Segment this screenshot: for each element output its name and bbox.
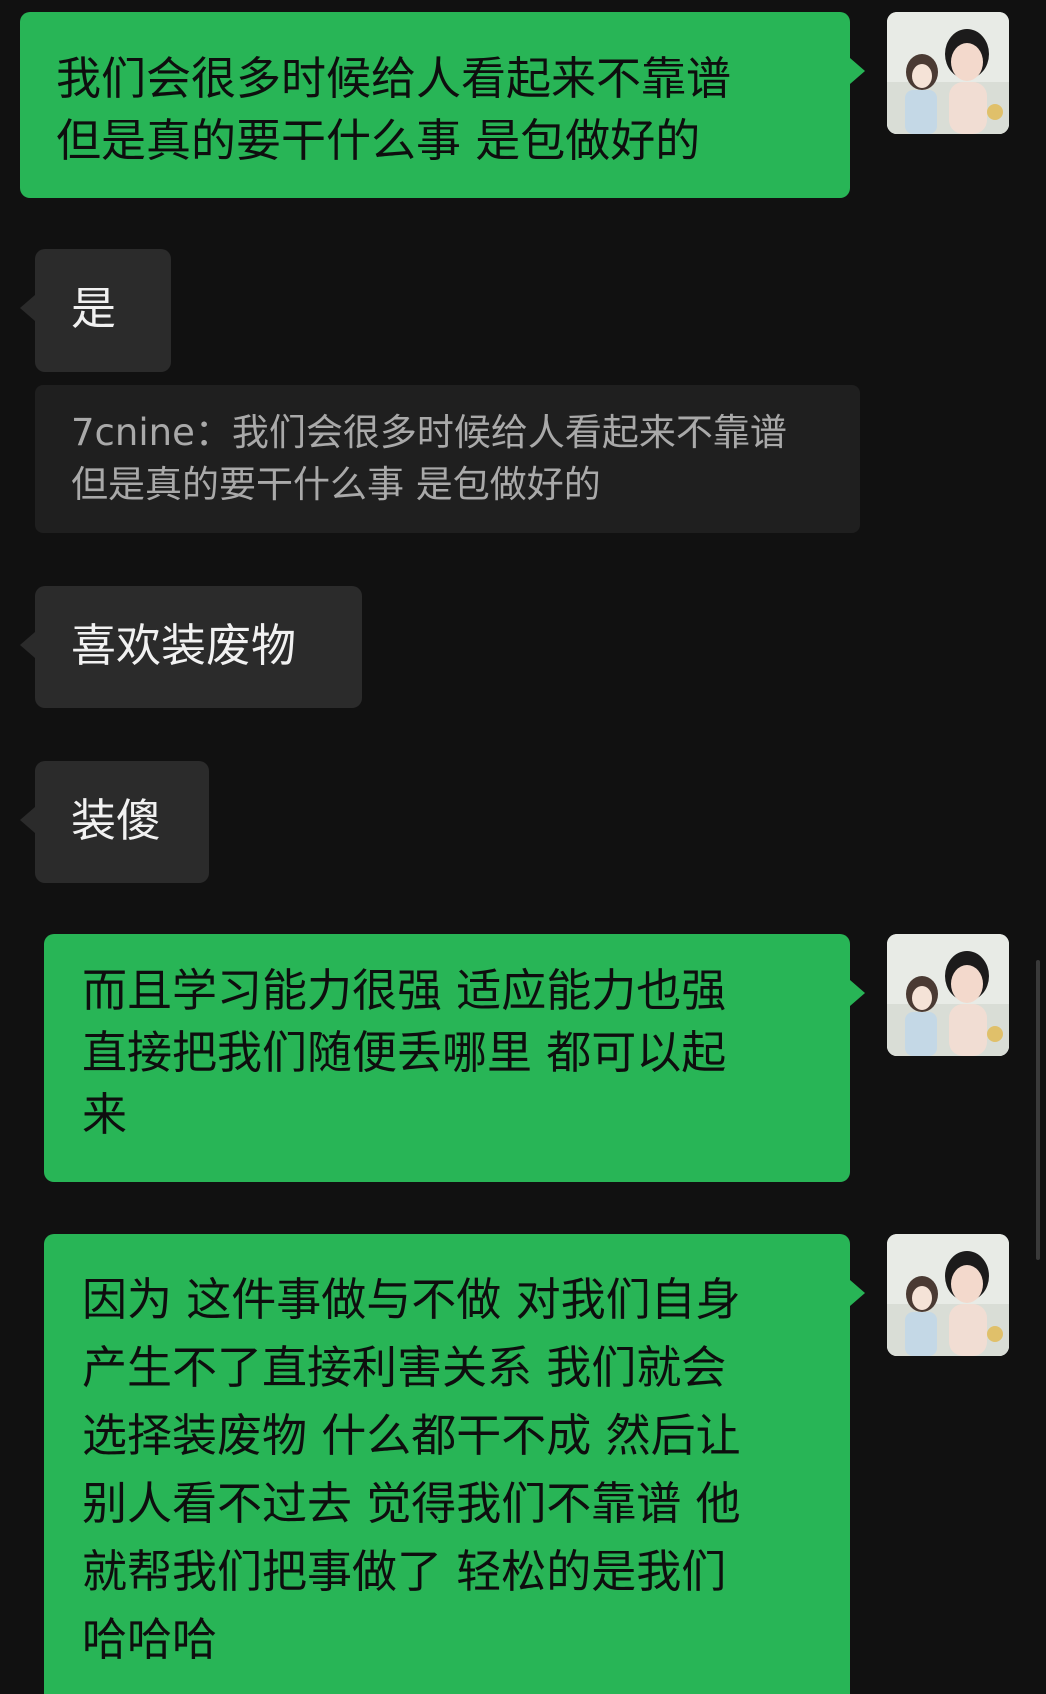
bubble-tail xyxy=(850,980,865,1006)
message-text: 装傻 xyxy=(71,794,162,847)
message-bubble-incoming[interactable]: 喜欢装废物 xyxy=(35,586,362,708)
message-bubble-outgoing[interactable]: 因为 这件事做与不做 对我们自身 产生不了直接利害关系 我们就会 选择装废物 什… xyxy=(44,1234,850,1694)
quoted-message[interactable]: 7cnine：我们会很多时候给人看起来不靠谱 但是真的要干什么事 是包做好的 xyxy=(35,385,860,533)
message-bubble-incoming[interactable]: 是 xyxy=(35,249,171,372)
quote-separator: ： xyxy=(194,411,232,454)
bubble-tail xyxy=(20,295,35,321)
message-text: 我们会很多时候给人看起来不靠谱 但是真的要干什么事 是包做好的 xyxy=(56,52,732,167)
bubble-tail xyxy=(20,632,35,658)
bubble-tail xyxy=(850,1280,865,1306)
message-text: 是 xyxy=(71,282,117,335)
scrollbar[interactable] xyxy=(1036,960,1040,1260)
message-text: 喜欢装废物 xyxy=(71,619,297,672)
user-avatar-icon[interactable] xyxy=(887,934,1009,1056)
quote-author: 7cnine xyxy=(71,411,195,454)
message-text: 而且学习能力很强 适应能力也强 直接把我们随便丢哪里 都可以起 来 xyxy=(82,964,727,1141)
bubble-tail xyxy=(20,807,35,833)
message-text: 因为 这件事做与不做 对我们自身 产生不了直接利害关系 我们就会 选择装废物 什… xyxy=(82,1273,741,1666)
user-avatar-icon[interactable] xyxy=(887,1234,1009,1356)
message-bubble-incoming[interactable]: 装傻 xyxy=(35,761,209,883)
message-bubble-outgoing[interactable]: 而且学习能力很强 适应能力也强 直接把我们随便丢哪里 都可以起 来 xyxy=(44,934,850,1182)
user-avatar-icon[interactable] xyxy=(887,12,1009,134)
message-bubble-outgoing[interactable]: 我们会很多时候给人看起来不靠谱 但是真的要干什么事 是包做好的 xyxy=(20,12,850,198)
bubble-tail xyxy=(850,58,865,84)
